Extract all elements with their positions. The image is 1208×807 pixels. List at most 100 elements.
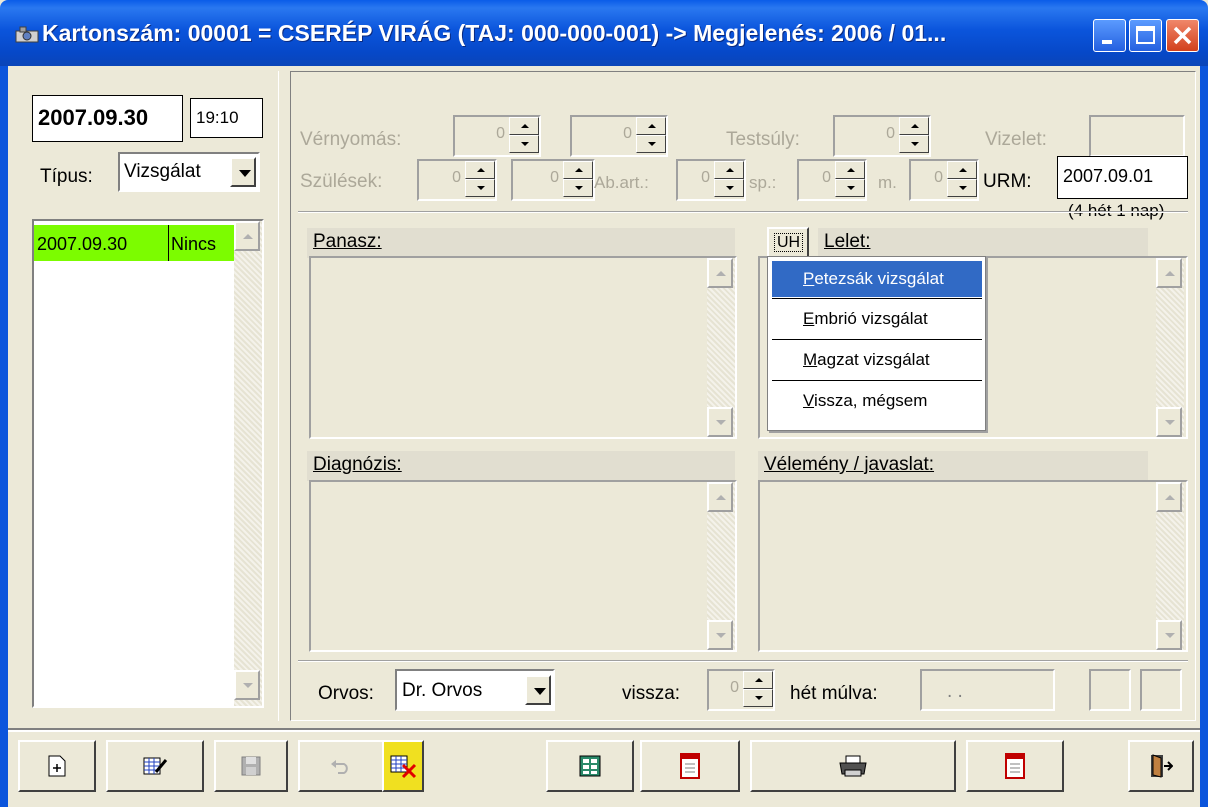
window-title: Kartonszám: 00001 = CSERÉP VIRÁG (TAJ: 0… (42, 20, 947, 46)
spin-down-icon[interactable] (714, 179, 744, 197)
velemeny-label: Vélemény / javaslat: (764, 454, 935, 475)
visit-list[interactable]: 2007.09.30 Nincs (32, 219, 264, 708)
table-view-button[interactable] (546, 740, 634, 792)
panasz-scrollbar[interactable] (707, 258, 735, 437)
velemeny-textarea[interactable] (758, 480, 1188, 652)
minimize-button[interactable] (1093, 19, 1126, 52)
spin-up-icon[interactable] (465, 161, 495, 179)
urm-date-field[interactable]: 2007.09.01 (1057, 156, 1188, 199)
spin-down-icon[interactable] (636, 135, 666, 153)
diagnozis-label: Diagnózis: (313, 454, 402, 475)
close-icon (1173, 26, 1192, 45)
spin-up-icon[interactable] (899, 117, 929, 135)
szulesek-stepper-1[interactable]: 0 (417, 159, 497, 201)
stepper-value: 0 (496, 125, 505, 142)
print-button[interactable] (750, 740, 956, 792)
scroll-down-icon[interactable] (707, 620, 733, 650)
extra-field-2[interactable] (1140, 669, 1182, 711)
exit-button[interactable] (1128, 740, 1194, 792)
scroll-up-icon[interactable] (1156, 482, 1182, 512)
close-button[interactable] (1166, 19, 1199, 52)
vizelet-field[interactable] (1089, 115, 1185, 157)
panasz-header: Panasz: (307, 228, 735, 258)
spin-up-icon[interactable] (947, 161, 977, 179)
spin-up-icon[interactable] (714, 161, 744, 179)
menu-item-petezsak[interactable]: Petezsák vizsgálat (772, 261, 982, 297)
szulesek-stepper-2[interactable]: 0 (511, 159, 595, 201)
menu-item-vissza[interactable]: Vissza, mégsem (772, 383, 982, 419)
menu-item-label: issza, mégsem (814, 391, 928, 410)
edit-record-icon (143, 757, 168, 775)
chevron-down-icon[interactable] (230, 157, 256, 187)
visit-date-field[interactable]: 2007.09.30 (32, 95, 183, 142)
m-stepper[interactable]: 0 (909, 159, 979, 201)
scroll-down-icon[interactable] (1156, 620, 1182, 650)
undo-icon (331, 760, 348, 774)
vissza-stepper[interactable]: 0 (707, 669, 775, 711)
urm-label: URM: (983, 171, 1032, 192)
scroll-up-icon[interactable] (707, 482, 733, 512)
document-button-2[interactable] (966, 740, 1064, 792)
delete-record-icon (390, 755, 417, 779)
scroll-down-icon[interactable] (234, 670, 260, 700)
vernyomas-dia-stepper[interactable]: 0 (570, 115, 668, 157)
lelet-scrollbar[interactable] (1156, 258, 1184, 437)
maximize-button[interactable] (1129, 19, 1162, 52)
document-button-1[interactable] (640, 740, 740, 792)
extra-field-1[interactable] (1089, 669, 1131, 711)
scroll-up-icon[interactable] (1156, 258, 1182, 288)
scroll-down-icon[interactable] (1156, 407, 1182, 437)
uh-button[interactable]: UH (767, 227, 809, 259)
list-scrollbar[interactable] (234, 221, 262, 706)
menu-separator (772, 380, 982, 381)
visit-time-field[interactable]: 19:10 (190, 98, 263, 138)
abart-label: Ab.art.: (594, 173, 649, 192)
menu-accel: E (803, 309, 815, 328)
spin-up-icon[interactable] (509, 117, 539, 135)
abart-stepper[interactable]: 0 (676, 159, 746, 201)
m-label: m. (878, 173, 897, 192)
scroll-up-icon[interactable] (234, 221, 260, 251)
scroll-up-icon[interactable] (707, 258, 733, 288)
diagnozis-scrollbar[interactable] (707, 482, 735, 650)
window-bottom (8, 799, 1200, 807)
undo-button[interactable] (298, 740, 384, 792)
scroll-down-icon[interactable] (707, 407, 733, 437)
spin-up-icon[interactable] (743, 671, 773, 689)
return-date-field[interactable]: . . (920, 669, 1055, 711)
chevron-down-icon[interactable] (525, 675, 551, 705)
spin-down-icon[interactable] (947, 179, 977, 197)
spin-down-icon[interactable] (835, 179, 865, 197)
spin-down-icon[interactable] (563, 179, 593, 197)
edit-record-button[interactable] (106, 740, 204, 792)
panasz-textarea[interactable] (309, 256, 737, 439)
save-button[interactable] (214, 740, 288, 792)
window-frame-right (1200, 66, 1208, 807)
orvos-select[interactable]: Dr. Orvos (395, 669, 555, 711)
testsuly-stepper[interactable]: 0 (833, 115, 931, 157)
uh-popup-menu: Petezsák vizsgálat Embrió vizsgálat Magz… (767, 256, 986, 431)
exit-door-icon (1151, 754, 1173, 778)
spin-up-icon[interactable] (563, 161, 593, 179)
diagnozis-header: Diagnózis: (307, 451, 735, 481)
testsuly-label: Testsúly: (726, 129, 800, 150)
diagnozis-textarea[interactable] (309, 480, 737, 652)
menu-item-embrio[interactable]: Embrió vizsgálat (772, 301, 982, 337)
menu-item-magzat[interactable]: Magzat vizsgálat (772, 342, 982, 378)
title-bar[interactable]: Kartonszám: 00001 = CSERÉP VIRÁG (TAJ: 0… (0, 0, 1208, 66)
spin-down-icon[interactable] (743, 689, 773, 707)
delete-record-button[interactable] (382, 740, 424, 792)
list-item[interactable]: 2007.09.30 Nincs (34, 225, 234, 261)
velemeny-scrollbar[interactable] (1156, 482, 1184, 650)
spin-up-icon[interactable] (835, 161, 865, 179)
spin-down-icon[interactable] (465, 179, 495, 197)
sp-stepper[interactable]: 0 (797, 159, 867, 201)
tipus-select[interactable]: Vizsgálat (118, 152, 260, 192)
menu-item-label: etezsák vizsgálat (814, 269, 944, 288)
new-record-button[interactable] (18, 740, 96, 792)
vernyomas-sys-stepper[interactable]: 0 (453, 115, 541, 157)
spin-up-icon[interactable] (636, 117, 666, 135)
new-record-icon (48, 755, 66, 777)
spin-down-icon[interactable] (899, 135, 929, 153)
spin-down-icon[interactable] (509, 135, 539, 153)
